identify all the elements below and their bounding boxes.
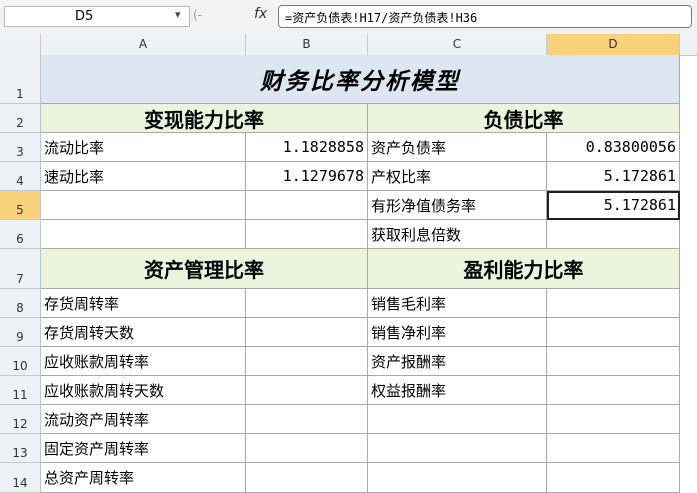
- cell-a12[interactable]: 流动资产周转率: [41, 405, 246, 434]
- column-header-a[interactable]: A: [41, 34, 246, 55]
- column-headers: A B C D: [0, 34, 697, 56]
- cell-b3[interactable]: 1.1828858: [246, 133, 368, 162]
- formula-bar: D5 ▾ (- fx =资产负债表!H17/资产负债表!H36: [0, 0, 697, 35]
- cell-b4[interactable]: 1.1279678: [246, 162, 368, 191]
- cell-a10[interactable]: 应收账款周转率: [41, 347, 246, 376]
- cell-a6[interactable]: [41, 220, 246, 249]
- cell-b14[interactable]: [246, 463, 368, 493]
- formula-input[interactable]: =资产负债表!H17/资产负债表!H36: [278, 5, 692, 28]
- cell-c12[interactable]: [368, 405, 547, 434]
- cell-d14[interactable]: [547, 463, 680, 493]
- section-liquidity[interactable]: 变现能力比率: [41, 104, 368, 133]
- name-box[interactable]: D5 ▾: [4, 6, 190, 27]
- cell-a8[interactable]: 存货周转率: [41, 289, 246, 318]
- cell-a13[interactable]: 固定资产周转率: [41, 434, 246, 463]
- cell-c13[interactable]: [368, 434, 547, 463]
- cell-a5[interactable]: [41, 191, 246, 220]
- section-profitability[interactable]: 盈利能力比率: [368, 249, 680, 289]
- sheet-title[interactable]: 财务比率分析模型: [41, 55, 680, 104]
- row-header-9[interactable]: 9: [0, 318, 41, 347]
- cell-b6[interactable]: [246, 220, 368, 249]
- row-header-6[interactable]: 6: [0, 220, 41, 249]
- cell-d10[interactable]: [547, 347, 680, 376]
- cell-d3[interactable]: 0.83800056: [547, 133, 680, 162]
- cell-d6[interactable]: [547, 220, 680, 249]
- cell-b8[interactable]: [246, 289, 368, 318]
- column-header-d[interactable]: D: [547, 34, 680, 55]
- cell-c9[interactable]: 销售净利率: [368, 318, 547, 347]
- insert-function-icon[interactable]: fx: [254, 6, 267, 22]
- cell-c3[interactable]: 资产负债率: [368, 133, 547, 162]
- select-all-corner[interactable]: [0, 34, 41, 55]
- cell-d9[interactable]: [547, 318, 680, 347]
- row-header-8[interactable]: 8: [0, 289, 41, 318]
- row-header-1[interactable]: 1: [0, 55, 41, 104]
- cell-b9[interactable]: [246, 318, 368, 347]
- row-header-3[interactable]: 3: [0, 133, 41, 162]
- cell-b5[interactable]: [246, 191, 368, 220]
- cell-a3[interactable]: 流动比率: [41, 133, 246, 162]
- row-header-7[interactable]: 7: [0, 249, 41, 289]
- section-debt[interactable]: 负债比率: [368, 104, 680, 133]
- cell-d12[interactable]: [547, 405, 680, 434]
- row-header-5[interactable]: 5: [0, 191, 41, 220]
- cell-c8[interactable]: 销售毛利率: [368, 289, 547, 318]
- cell-c10[interactable]: 资产报酬率: [368, 347, 547, 376]
- cell-c4[interactable]: 产权比率: [368, 162, 547, 191]
- section-asset-management[interactable]: 资产管理比率: [41, 249, 368, 289]
- cell-a14[interactable]: 总资产周转率: [41, 463, 246, 493]
- cell-d4[interactable]: 5.172861: [547, 162, 680, 191]
- cell-d13[interactable]: [547, 434, 680, 463]
- cell-d8[interactable]: [547, 289, 680, 318]
- cell-c5[interactable]: 有形净值债务率: [368, 191, 547, 220]
- row-header-12[interactable]: 12: [0, 405, 41, 434]
- name-box-value: D5: [75, 9, 94, 24]
- cell-a9[interactable]: 存货周转天数: [41, 318, 246, 347]
- spreadsheet-grid: 财务比率分析模型 变现能力比率 负债比率 流动比率 1.1828858 资产负债…: [41, 55, 697, 493]
- row-header-13[interactable]: 13: [0, 434, 41, 463]
- row-header-2[interactable]: 2: [0, 104, 41, 133]
- cell-b12[interactable]: [246, 405, 368, 434]
- column-header-b[interactable]: B: [246, 34, 368, 55]
- cell-b11[interactable]: [246, 376, 368, 405]
- cell-b10[interactable]: [246, 347, 368, 376]
- chevron-down-icon[interactable]: ▾: [175, 8, 181, 21]
- cell-c14[interactable]: [368, 463, 547, 493]
- cell-c11[interactable]: 权益报酬率: [368, 376, 547, 405]
- cell-a4[interactable]: 速动比率: [41, 162, 246, 191]
- cell-d5-active[interactable]: 5.172861: [547, 191, 680, 220]
- row-header-14[interactable]: 14: [0, 463, 41, 493]
- cell-c6[interactable]: 获取利息倍数: [368, 220, 547, 249]
- cell-d11[interactable]: [547, 376, 680, 405]
- row-header-4[interactable]: 4: [0, 162, 41, 191]
- row-header-10[interactable]: 10: [0, 347, 41, 376]
- separator-icon: (-: [193, 8, 203, 22]
- cell-b13[interactable]: [246, 434, 368, 463]
- row-header-11[interactable]: 11: [0, 376, 41, 405]
- column-header-c[interactable]: C: [368, 34, 547, 55]
- cell-a11[interactable]: 应收账款周转天数: [41, 376, 246, 405]
